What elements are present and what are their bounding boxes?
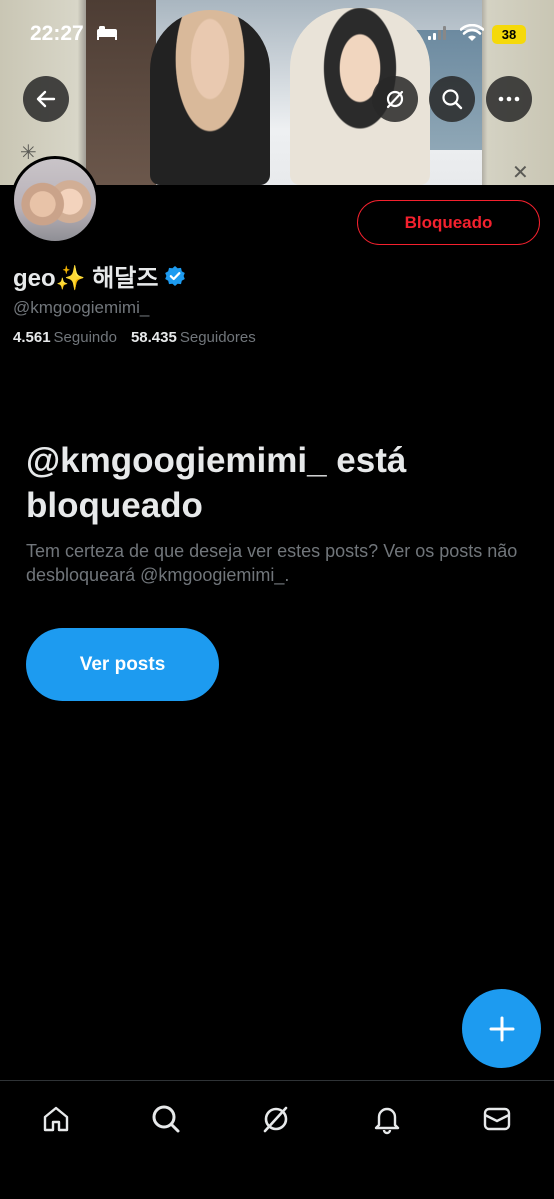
nav-notifications[interactable]: [367, 1099, 407, 1139]
blocked-button[interactable]: Bloqueado: [357, 200, 540, 245]
sleep-mode-icon: [96, 24, 118, 45]
grok-icon: [386, 90, 404, 109]
blocked-title: @kmgoogiemimi_ está bloqueado: [26, 441, 407, 525]
following-link[interactable]: 4.561 Seguindo: [13, 329, 117, 346]
compose-button[interactable]: [462, 989, 541, 1068]
wifi-icon: [459, 23, 485, 47]
nav-grok[interactable]: [256, 1099, 296, 1139]
followers-count: 58.435: [130, 329, 177, 346]
display-name: geo✨ 해달즈: [13, 265, 159, 292]
follow-stats: 4.561 Seguindo 58.435 Seguidores: [13, 329, 256, 346]
following-label: Seguindo: [53, 329, 117, 346]
more-icon: [498, 96, 520, 102]
search-icon: [442, 89, 463, 110]
followers-link[interactable]: 58.435 Seguidores: [131, 329, 256, 346]
profile-handle: @kmgoogiemimi_: [13, 298, 150, 317]
followers-label: Seguidores: [179, 329, 256, 346]
following-count: 4.561: [13, 329, 51, 346]
blocked-description: Tem certeza de que deseja ver estes post…: [26, 541, 518, 585]
status-bar: 22:27 38: [0, 18, 554, 52]
nav-messages[interactable]: [477, 1099, 517, 1139]
search-button[interactable]: [429, 76, 475, 122]
home-icon: [43, 1106, 69, 1132]
nav-search[interactable]: [146, 1099, 186, 1139]
bottom-nav: [0, 1080, 554, 1199]
notifications-icon: [374, 1107, 400, 1135]
status-time: 22:27: [30, 22, 84, 45]
battery-indicator: 38: [492, 25, 526, 44]
back-button[interactable]: [23, 76, 69, 122]
plus-icon: [489, 1016, 514, 1041]
signal-icon: [428, 26, 448, 45]
more-button[interactable]: [486, 76, 532, 122]
back-icon: [36, 90, 56, 108]
banner-doodle: ✕: [512, 162, 529, 184]
verified-badge-icon: [165, 265, 186, 286]
profile-name-row: geo✨ 해달즈: [13, 258, 186, 293]
view-posts-button[interactable]: Ver posts: [26, 628, 219, 701]
grok-icon: [263, 1106, 288, 1133]
messages-icon: [483, 1107, 511, 1131]
search-icon: [152, 1105, 180, 1133]
avatar[interactable]: [11, 156, 99, 244]
nav-home[interactable]: [36, 1099, 76, 1139]
grok-button[interactable]: [372, 76, 418, 122]
